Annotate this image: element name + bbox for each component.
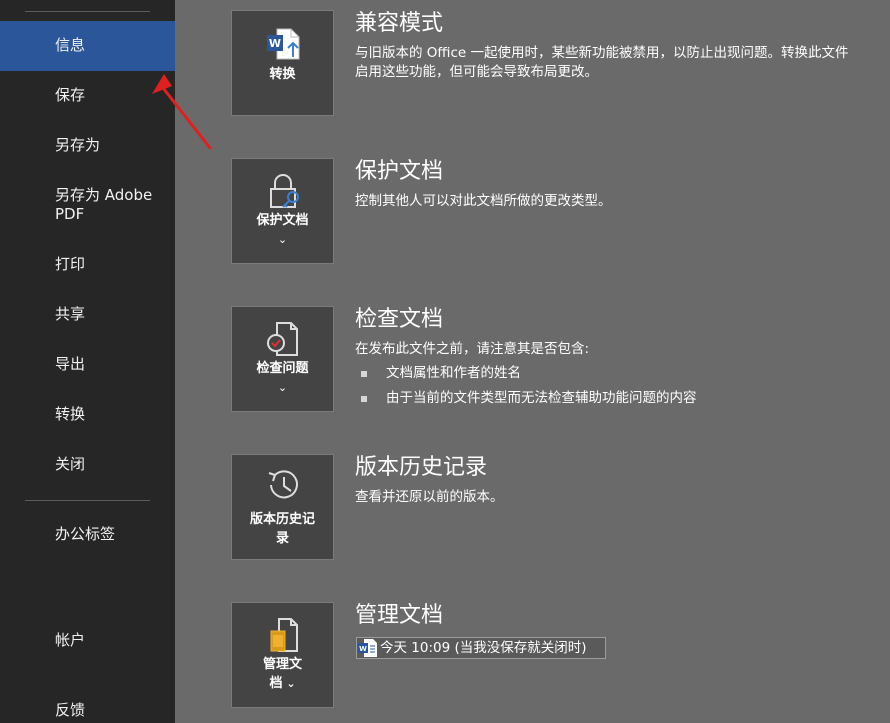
sidebar-item-label: 帐户: [55, 631, 86, 649]
info-main-panel: W 转换 兼容模式 与旧版本的 Office 一起使用时，某些新功能被禁用，以防…: [175, 0, 890, 723]
version-history-button-label-line1: 版本历史记: [249, 512, 315, 527]
sidebar-item-save[interactable]: 保存: [0, 86, 175, 105]
convert-button[interactable]: W 转换: [231, 10, 334, 116]
chevron-down-icon: ⌄: [277, 381, 288, 394]
version-entry-label: 今天 10:09 (当我没保存就关闭时): [380, 640, 587, 656]
inspect-document-desc: 在发布此文件之前，请注意其是否包含:: [355, 341, 590, 357]
sidebar-item-office-tab[interactable]: 办公标签: [0, 525, 175, 544]
sidebar-item-label: 关闭: [55, 455, 86, 473]
check-for-issues-button[interactable]: 检查问题 ⌄: [231, 306, 334, 412]
version-history-title: 版本历史记录: [355, 455, 488, 480]
chevron-down-icon: ⌄: [282, 677, 296, 690]
sidebar-item-label: 办公标签: [55, 525, 116, 543]
autosave-version-entry[interactable]: W 今天 10:09 (当我没保存就关闭时): [356, 637, 606, 659]
sidebar-item-share[interactable]: 共享: [0, 305, 175, 324]
word-document-icon: W: [358, 639, 378, 661]
check-for-issues-button-label: 检查问题: [256, 361, 309, 376]
clock-history-icon: [232, 465, 333, 505]
manage-document-button[interactable]: 管理文 档 ⌄: [231, 602, 334, 708]
chevron-down-icon: ⌄: [277, 233, 288, 246]
sidebar-item-label-line2: PDF: [55, 205, 85, 223]
protect-document-desc: 控制其他人可以对此文档所做的更改类型。: [355, 193, 612, 209]
sidebar-item-label: 另存为 Adobe: [55, 186, 153, 204]
lock-key-icon: [232, 171, 333, 211]
sidebar-item-account[interactable]: 帐户: [0, 631, 175, 650]
version-history-button-label-line2: 录: [275, 531, 289, 546]
protect-document-title: 保护文档: [355, 159, 444, 184]
sidebar-item-label: 导出: [55, 355, 86, 373]
sidebar-item-label: 信息: [55, 36, 86, 54]
sidebar-item-close[interactable]: 关闭: [0, 455, 175, 474]
sidebar-divider: [25, 500, 150, 501]
svg-text:W: W: [268, 37, 280, 50]
compat-mode-desc-line1: 与旧版本的 Office 一起使用时，某些新功能被禁用，以防止出现问题。转换此文…: [355, 45, 849, 61]
sidebar-item-label: 保存: [55, 86, 86, 104]
manage-document-button-label-line2: 档 ⌄: [269, 676, 296, 691]
manage-document-icon: [232, 615, 333, 655]
sidebar-item-export[interactable]: 导出: [0, 355, 175, 374]
sidebar-item-label: 转换: [55, 405, 86, 423]
convert-button-label: 转换: [269, 67, 296, 82]
svg-text:W: W: [359, 645, 367, 653]
sidebar-item-label: 打印: [55, 255, 86, 273]
inspect-document-icon: [232, 319, 333, 359]
sidebar-divider-top: [25, 11, 150, 12]
protect-document-button-label: 保护文档: [256, 213, 309, 228]
version-history-desc: 查看并还原以前的版本。: [355, 489, 504, 505]
manage-document-button-label-line1: 管理文: [262, 657, 302, 672]
backstage-sidebar: 信息 保存 另存为 另存为 Adobe PDF 打印 共享 导出 转换 关闭 办…: [0, 0, 212, 723]
word-convert-icon: W: [232, 27, 333, 63]
inspect-document-title: 检查文档: [355, 307, 444, 332]
sidebar-item-print[interactable]: 打印: [0, 255, 175, 274]
sidebar-item-convert[interactable]: 转换: [0, 405, 175, 424]
bullet-icon: [361, 396, 367, 402]
manage-document-title: 管理文档: [355, 603, 444, 628]
sidebar-item-info[interactable]: 信息: [0, 21, 175, 71]
sidebar-item-save-as[interactable]: 另存为: [0, 136, 175, 155]
sidebar-item-save-as-adobe-pdf[interactable]: 另存为 Adobe PDF: [0, 186, 175, 224]
sidebar-item-label: 共享: [55, 305, 86, 323]
version-history-button[interactable]: 版本历史记 录: [231, 454, 334, 560]
protect-document-button[interactable]: 保护文档 ⌄: [231, 158, 334, 264]
compat-mode-desc-line2: 启用这些功能，但可能会导致布局更改。: [355, 64, 598, 80]
sidebar-item-label: 反馈: [55, 701, 86, 719]
compat-mode-title: 兼容模式: [355, 11, 444, 36]
bullet-icon: [361, 371, 367, 377]
sidebar-item-label: 另存为: [55, 136, 101, 154]
sidebar-item-feedback[interactable]: 反馈: [0, 701, 175, 720]
